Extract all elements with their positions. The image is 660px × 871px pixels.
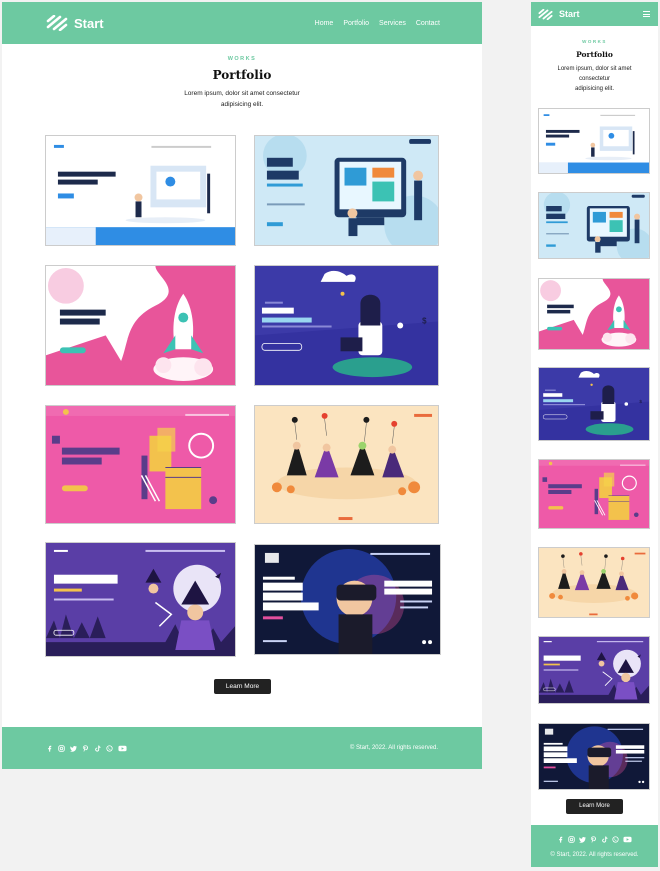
landing-page-thumbnail (539, 109, 649, 173)
halloween-thumbnail (539, 637, 649, 703)
nav-home[interactable]: Home (315, 20, 334, 27)
portfolio-item-landing-page[interactable] (45, 135, 236, 246)
portfolio-item-virtual-reality[interactable] (254, 544, 441, 655)
mobile-section-description: Lorem ipsum, dolor sit amet consectetur … (545, 64, 645, 94)
mobile-description-line2: consectetur (578, 76, 611, 82)
social-links (46, 744, 127, 753)
nav-portfolio[interactable]: Portfolio (343, 20, 369, 27)
copyright-text: © Start, 2022. All rights reserved. (349, 745, 438, 751)
mobile-portfolio-item-web-design[interactable] (538, 192, 650, 259)
twitter-icon[interactable] (70, 745, 77, 752)
section-description-line2: adipisicing elit. (220, 101, 264, 108)
trick-or-treat-thumbnail (255, 406, 438, 523)
portfolio-item-shopping[interactable] (254, 265, 439, 386)
portfolio-item-rocket-business[interactable] (45, 265, 236, 386)
mobile-section-eyebrow: WORKS (582, 39, 607, 44)
section-description-line1: Lorem ipsum, dolor sit amet consectetur (184, 90, 300, 97)
halloween-thumbnail (46, 543, 235, 656)
site-header: Start Home Portfolio Services Contact (2, 2, 482, 44)
pinterest-icon[interactable] (82, 745, 89, 752)
nav-services[interactable]: Services (379, 20, 406, 27)
whatsapp-icon[interactable] (612, 836, 619, 843)
facebook-icon[interactable] (46, 745, 53, 752)
rocket-business-thumbnail (539, 279, 649, 349)
virtual-reality-thumbnail (255, 545, 440, 654)
virtual-reality-thumbnail (539, 724, 649, 789)
rocket-business-thumbnail (46, 266, 235, 385)
web-design-thumbnail (539, 193, 649, 258)
site-logo[interactable]: Start (46, 15, 104, 31)
landing-page-thumbnail (46, 136, 235, 245)
shopping-thumbnail (539, 368, 649, 440)
mobile-header: Start (531, 2, 658, 26)
section-description: Lorem ipsum, dolor sit amet consectetur … (167, 88, 317, 110)
mobile-description-line1: Lorem ipsum, dolor sit amet (557, 66, 632, 72)
mobile-portfolio-item-shopping[interactable] (538, 367, 650, 441)
youtube-icon[interactable] (623, 835, 632, 844)
geometric-shapes-thumbnail (46, 406, 235, 523)
shopping-thumbnail (255, 266, 438, 385)
mobile-site-logo[interactable]: Start (538, 9, 580, 20)
instagram-icon[interactable] (568, 836, 575, 843)
tiktok-icon[interactable] (601, 836, 608, 843)
mobile-section-title: Portfolio (576, 50, 613, 59)
hamburger-icon[interactable] (643, 11, 650, 17)
youtube-icon[interactable] (118, 744, 127, 753)
portfolio-item-web-design[interactable] (254, 135, 439, 246)
pinterest-icon[interactable] (590, 836, 597, 843)
main-nav: Home Portfolio Services Contact (315, 20, 440, 27)
mobile-portfolio-item-landing-page[interactable] (538, 108, 650, 174)
mobile-footer: © Start, 2022. All rights reserved. (531, 825, 658, 867)
portfolio-item-geometric-shapes[interactable] (45, 405, 236, 524)
mobile-logo-text: Start (559, 9, 580, 19)
mobile-portfolio-item-halloween[interactable] (538, 636, 650, 704)
portfolio-item-halloween[interactable] (45, 542, 236, 657)
logo-mark-icon (46, 15, 68, 31)
desktop-preview: Start Home Portfolio Services Contact WO… (2, 2, 482, 769)
section-eyebrow: WORKS (227, 56, 257, 62)
site-footer: © Start, 2022. All rights reserved. (2, 727, 482, 769)
whatsapp-icon[interactable] (106, 745, 113, 752)
logo-text: Start (74, 15, 104, 31)
nav-contact[interactable]: Contact (416, 20, 440, 27)
mobile-learn-more-button[interactable]: Learn More (566, 799, 623, 814)
tiktok-icon[interactable] (94, 745, 101, 752)
section-title: Portfolio (212, 68, 272, 82)
learn-more-button[interactable]: Learn More (214, 679, 271, 694)
mobile-preview: Start WORKS Portfolio Lorem ipsum, dolor… (531, 2, 658, 867)
mobile-description-line3: adipisicing elit. (574, 86, 615, 92)
mobile-portfolio-item-trick-or-treat[interactable] (538, 547, 650, 618)
geometric-shapes-thumbnail (539, 460, 649, 528)
trick-or-treat-thumbnail (539, 548, 649, 617)
mobile-copyright-text: © Start, 2022. All rights reserved. (550, 852, 639, 858)
instagram-icon[interactable] (58, 745, 65, 752)
facebook-icon[interactable] (557, 836, 564, 843)
web-design-thumbnail (255, 136, 438, 245)
portfolio-item-trick-or-treat[interactable] (254, 405, 439, 524)
mobile-portfolio-item-virtual-reality[interactable] (538, 723, 650, 790)
mobile-portfolio-item-geometric-shapes[interactable] (538, 459, 650, 529)
mobile-social-links (531, 825, 658, 844)
mobile-portfolio-item-rocket-business[interactable] (538, 278, 650, 350)
logo-mark-icon (538, 9, 553, 20)
twitter-icon[interactable] (579, 836, 586, 843)
